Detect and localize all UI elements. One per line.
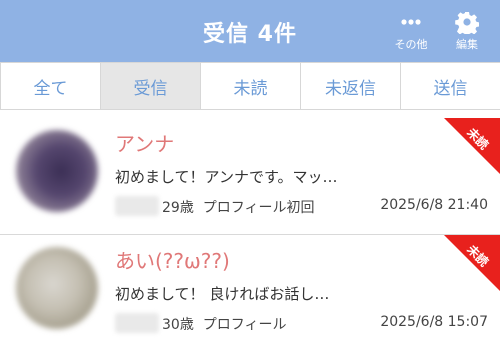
message-list: アンナ 初めまして！アンナです。マッ… 29歳 プロフィール初回 2025/6/… — [0, 118, 500, 347]
tab-received[interactable]: 受信 — [100, 63, 200, 109]
message-preview: 初めまして！アンナです。マッ… — [115, 168, 338, 186]
tab-all[interactable]: 全て — [0, 63, 100, 109]
message-source: プロフィール初回 — [202, 200, 315, 216]
sender-name: あい(??ω??) — [115, 249, 230, 273]
sender-meta: 30歳 プロフィール — [162, 314, 286, 334]
app-header: 受信 4件 その他 編集 — [0, 0, 500, 62]
more-label: その他 — [394, 38, 428, 51]
avatar[interactable] — [16, 130, 98, 212]
message-date: 2025/6/8 15:07 — [380, 314, 488, 330]
blurred-info — [115, 313, 159, 333]
filter-tabs: 全て 受信 未読 未返信 送信 — [0, 62, 500, 110]
avatar[interactable] — [16, 247, 98, 329]
message-preview: 初めまして！ 良ければお話し… — [115, 285, 330, 303]
sender-meta: 29歳 プロフィール初回 — [162, 197, 314, 217]
message-source: プロフィール — [202, 317, 287, 333]
unread-badge: 未読 — [444, 235, 500, 291]
unread-badge: 未読 — [444, 118, 500, 174]
sender-age: 29歳 — [162, 200, 194, 216]
gear-icon — [444, 10, 490, 37]
more-dots-icon — [388, 10, 434, 34]
message-row[interactable]: アンナ 初めまして！アンナです。マッ… 29歳 プロフィール初回 2025/6/… — [0, 118, 500, 234]
blurred-info — [115, 196, 159, 216]
edit-button[interactable]: 編集 — [444, 10, 490, 52]
more-button[interactable]: その他 — [388, 10, 434, 52]
tab-sent[interactable]: 送信 — [400, 63, 500, 109]
message-date: 2025/6/8 21:40 — [380, 197, 488, 213]
sender-name: アンナ — [115, 132, 175, 156]
tab-unread[interactable]: 未読 — [200, 63, 300, 109]
edit-label: 編集 — [456, 38, 478, 51]
tab-unreplied[interactable]: 未返信 — [300, 63, 400, 109]
message-row[interactable]: あい(??ω??) 初めまして！ 良ければお話し… 30歳 プロフィール 202… — [0, 234, 500, 347]
sender-age: 30歳 — [162, 317, 194, 333]
